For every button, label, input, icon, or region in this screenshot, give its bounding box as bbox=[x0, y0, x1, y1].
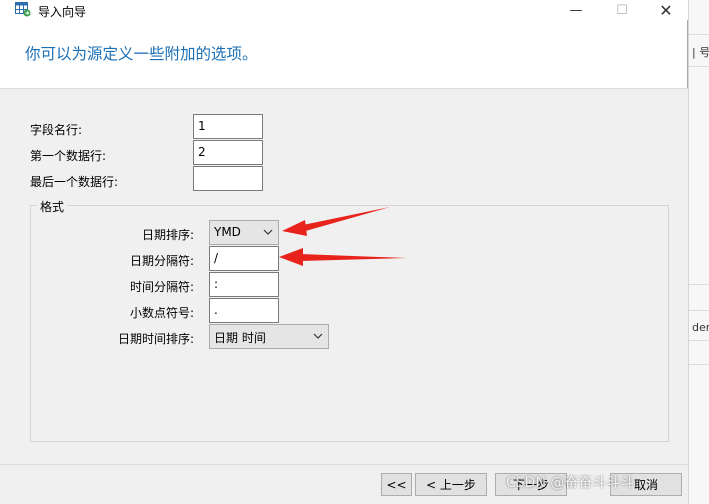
date-order-label: 日期排序: bbox=[142, 228, 195, 242]
page-heading: 你可以为源定义一些附加的选项。 bbox=[25, 45, 258, 63]
background-text-top: | 号 bbox=[692, 46, 709, 59]
title-bar: 导入向导 — ☐ ✕ bbox=[0, 0, 688, 20]
date-separator-label: 日期分隔符: bbox=[130, 254, 195, 268]
datetime-order-select[interactable]: 日期 时间 bbox=[209, 324, 329, 349]
close-button[interactable]: ✕ bbox=[643, 0, 689, 20]
divider bbox=[689, 34, 709, 35]
field-name-row-label: 字段名行: bbox=[30, 123, 83, 137]
format-group bbox=[30, 205, 669, 442]
table-import-icon bbox=[15, 2, 31, 17]
window-title: 导入向导 bbox=[38, 5, 87, 19]
time-separator-input[interactable]: : bbox=[209, 272, 279, 297]
field-name-row-input[interactable]: 1 bbox=[193, 114, 263, 139]
time-separator-label: 时间分隔符: bbox=[130, 280, 195, 294]
divider bbox=[689, 284, 709, 285]
import-wizard-dialog: 导入向导 — ☐ ✕ 你可以为源定义一些附加的选项。 字段名行: 1 第一个数据… bbox=[0, 0, 688, 504]
chevron-down-icon bbox=[312, 330, 324, 342]
back-button[interactable]: < 上一步 bbox=[415, 473, 487, 496]
minimize-button[interactable]: — bbox=[553, 0, 599, 20]
date-separator-input[interactable]: / bbox=[209, 246, 279, 271]
last-data-row-label: 最后一个数据行: bbox=[30, 175, 119, 189]
divider bbox=[689, 66, 709, 67]
chevron-down-icon bbox=[262, 226, 274, 238]
first-data-row-label: 第一个数据行: bbox=[30, 149, 107, 163]
datetime-order-value: 日期 时间 bbox=[214, 331, 266, 345]
date-order-value: YMD bbox=[214, 225, 241, 239]
decimal-symbol-label: 小数点符号: bbox=[130, 306, 195, 320]
maximize-button[interactable]: ☐ bbox=[599, 0, 645, 20]
decimal-symbol-input[interactable]: . bbox=[209, 298, 279, 323]
background-text-mid: der bbox=[692, 321, 709, 334]
divider bbox=[689, 364, 709, 365]
first-page-button[interactable]: << bbox=[381, 473, 412, 496]
first-data-row-input[interactable]: 2 bbox=[193, 140, 263, 165]
divider bbox=[689, 310, 709, 311]
background-app-strip: | 号 der bbox=[688, 0, 709, 504]
last-data-row-input[interactable] bbox=[193, 166, 263, 191]
divider bbox=[689, 340, 709, 341]
watermark: CSDN @奋奋斗斗斗 bbox=[506, 475, 635, 491]
date-order-select[interactable]: YMD bbox=[209, 220, 279, 245]
format-group-legend: 格式 bbox=[37, 198, 68, 215]
datetime-order-label: 日期时间排序: bbox=[118, 332, 195, 346]
